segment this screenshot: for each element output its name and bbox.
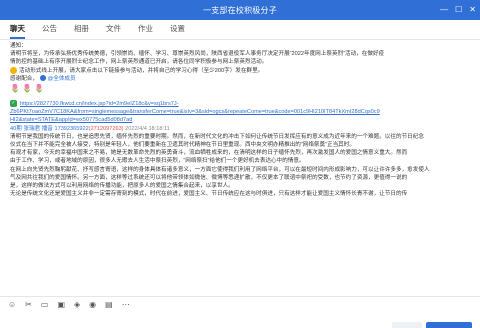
mention-icon: [39, 75, 46, 82]
tab-files[interactable]: 文件: [106, 19, 121, 39]
message-meta: 40期 张瑞君 播音 17392365922(2712097263) 2022/…: [10, 125, 470, 133]
minimize-button[interactable]: —: [440, 0, 448, 20]
screen-share-icon[interactable]: ▤: [105, 300, 113, 310]
folder-icon[interactable]: ▭: [41, 300, 49, 310]
essay-line-6: 气及网共往我们的爱国情怀。另一方面，这样等过系统还可以将他带领体如微信、微博等悉…: [10, 174, 408, 181]
tab-announcement[interactable]: 公告: [42, 19, 57, 39]
sender-name[interactable]: 40期 张瑞君 播音: [10, 126, 53, 132]
activity-link-1[interactable]: https://2827730.fkwcd.cn/index.jsp?id=2m…: [20, 101, 179, 107]
shield-icon: ✓: [10, 100, 17, 108]
input-toolbar: ☺ ✂ ▭ ▣ ◈ ◉ ▤ ⋯: [0, 296, 480, 328]
essay-line-4: 由于工作、学习，或者地域的原因，很多人无暇去人生活中祭扫英烈，“网络祭扫”给他们…: [10, 158, 305, 165]
tab-settings[interactable]: 设置: [170, 19, 185, 39]
message-time: 2022/4/4 18:18:11: [125, 125, 170, 132]
thanks-line: 感谢配合， @全体成员: [10, 75, 470, 83]
chat-message-area[interactable]: 通知： 请明节将至，为传承弘扬优秀传统美德，引领崇尚、缅怀、学习、尊崇英烈风尚，…: [0, 40, 480, 296]
send-button[interactable]: [426, 322, 472, 328]
window-title: 一支部在校积极分子: [203, 5, 277, 15]
more-icon[interactable]: ⋯: [122, 300, 130, 310]
red-packet-icon[interactable]: ◈: [74, 300, 80, 310]
sun-emoji-icon: [10, 66, 17, 74]
maximize-button[interactable]: ☐: [455, 0, 462, 20]
notice-line-2: 情防控的基础上有序开展烈士纪念工作，网上祭英烈通道已开启，请各位同学积极参与网上…: [10, 59, 268, 66]
close-input-button[interactable]: [392, 322, 422, 328]
notice-line-3: 活动形式线上开展，请大家点击以下链接参与活动，并将自己的学习心得（至少200字）…: [10, 66, 470, 75]
link-line-1: ✓ https://2827730.fkwcd.cn/index.jsp?id=2…: [10, 100, 470, 108]
scissors-icon[interactable]: ✂: [25, 300, 32, 310]
toolbar-icons: ☺ ✂ ▭ ▣ ◈ ◉ ▤ ⋯: [8, 300, 130, 310]
essay-line-3: 有观才有家，今天的幸福中国来之不易，她是无数革命先烈的英勇奋斗，流血牺牲成来的，…: [10, 150, 408, 157]
essay-line-2: 仪式在当下并不能完全被人接受，特别是年轻人，他们要重新在卫遗其时代精神在节日里重…: [10, 142, 355, 149]
notice-line-1: 请明节将至，为传承弘扬优秀传统美德，引领崇尚、缅怀、学习、尊崇英烈风尚，陕西省退…: [10, 51, 385, 58]
activity-link-2[interactable]: Zb6PKt7oaoZmV7C18KA&from=singlemessage&t…: [10, 108, 470, 116]
at-all-mention[interactable]: @全体成员: [48, 76, 76, 82]
notice-line-3-text: 活动形式线上开展，请大家点击以下链接参与活动，并将自己的学习心得（至少200字）…: [19, 67, 264, 74]
tab-album[interactable]: 相册: [74, 19, 89, 39]
essay-line-7: 是，这样的做法方式可以利用网络的传播功能，把原多人的爱国之情集合起来，以享世人。: [10, 183, 234, 190]
tab-bar: 聊天 公告 相册 文件 作业 设置: [0, 20, 480, 40]
close-button[interactable]: ✕: [469, 0, 476, 20]
flower-emoji-line: 🌷 🌷 🌷: [10, 84, 45, 94]
essay-line-1: 清明节是我国的传统节日，也是追思先贤，缅怀先烈的重要时期。然而，在新时代文化的冲…: [10, 133, 424, 140]
notice-label: 通知：: [10, 43, 27, 49]
essay-line-8: 无论是传统文化还是爱国主义并非一定需存寄刻的模式，时代在前进，爱国主义、节日传统…: [10, 191, 408, 198]
tab-homework[interactable]: 作业: [138, 19, 153, 39]
thanks-text: 感谢配合，: [10, 75, 38, 82]
activity-link-3[interactable]: HI2&state=STATE&appId=wx50775cad5d08d7ad: [10, 116, 470, 124]
sender-id: (2712097263): [88, 125, 124, 132]
image-icon[interactable]: ▣: [57, 300, 65, 310]
title-bar: 一支部在校积极分子 — ☐ ✕: [0, 0, 480, 20]
emoji-icon[interactable]: ☺: [8, 300, 16, 310]
essay-line-5: 在网上向先贤先烈鞠躬献花、抒写感言寄语，这样的身体具体有诸多意义，一方面它使得我…: [10, 166, 430, 173]
window-controls: — ☐ ✕: [440, 0, 476, 20]
sender-phone: 17392365922: [54, 125, 89, 132]
tab-chat[interactable]: 聊天: [10, 19, 25, 39]
voice-icon[interactable]: ◉: [89, 300, 96, 310]
